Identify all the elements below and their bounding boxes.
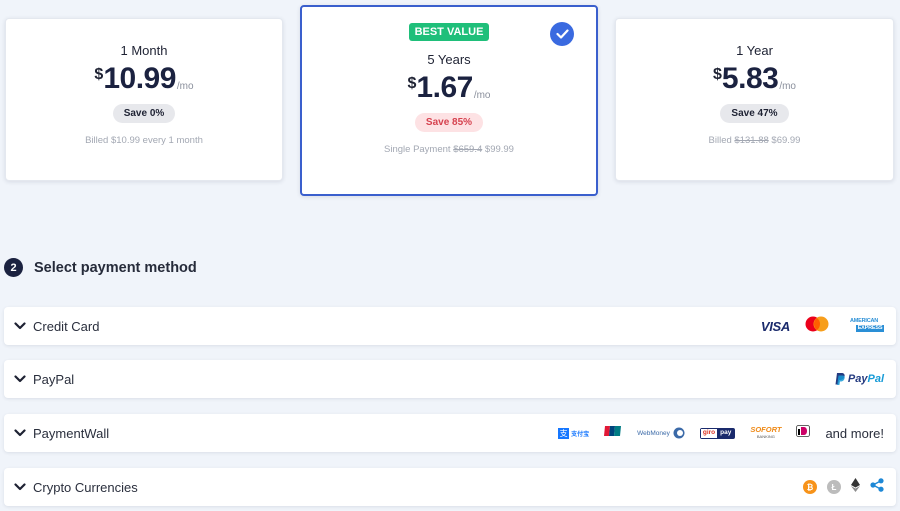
price-unit: /mo (473, 90, 491, 101)
plan-card-1-year[interactable]: 1 Year $ 5.83 /mo Save 47% Billed $131.8… (615, 18, 894, 181)
price-amount: 10.99 (103, 62, 176, 95)
billing-old-price: $659.4 (453, 144, 483, 155)
billing-info: Billed $10.99 every 1 month (85, 135, 203, 146)
payment-method-label: Crypto Currencies (33, 479, 138, 495)
sofort-subtext: BANKING (756, 434, 775, 439)
billing-prefix: Billed (708, 135, 732, 146)
price-unit: /mo (176, 81, 194, 92)
price-amount: 5.83 (721, 62, 779, 95)
amex-line1: AMERICAN (849, 318, 879, 324)
ethereum-icon (851, 477, 860, 497)
payment-logos: VISA AMERICAN EXPRESS (761, 316, 884, 337)
selected-check-icon (550, 22, 574, 46)
step-number: 2 (4, 258, 23, 277)
payment-method-paypal[interactable]: PayPal PayPal (4, 360, 896, 398)
paypal-text-b: Pal (867, 373, 884, 385)
save-badge: Save 0% (112, 104, 176, 123)
payment-logos: PayPal (835, 373, 884, 385)
payment-method-label: Credit Card (33, 318, 100, 334)
payment-method-crypto[interactable]: Crypto Currencies ₿ Ł (4, 468, 896, 506)
best-value-badge: BEST VALUE (408, 23, 490, 41)
billing-info: Billed $131.88 $69.99 (616, 135, 893, 146)
payment-method-label: PayPal (33, 371, 75, 387)
price-unit: /mo (779, 81, 796, 92)
save-badge: Save 85% (414, 113, 484, 132)
price-currency: $ (713, 66, 722, 83)
amex-line2: EXPRESS (856, 325, 884, 332)
price-currency: $ (407, 75, 417, 92)
billing-new-price: $99.99 (484, 144, 514, 155)
payment-method-label: PaymentWall (33, 425, 110, 441)
and-more-text: and more! (825, 425, 884, 441)
price-row: $ 10.99 /mo (6, 62, 282, 96)
alipay-logo-icon: 支 支付宝 (558, 427, 590, 439)
section-title: Select payment method (34, 259, 197, 276)
plan-card-1-month[interactable]: 1 Month $ 10.99 /mo Save 0% Billed $10.9… (5, 18, 283, 181)
chevron-down-icon (14, 320, 26, 332)
billing-info: Single Payment $659.4 $99.99 (302, 144, 596, 155)
plan-title: 1 Year (736, 43, 773, 58)
giropay-text-b: pay (717, 428, 735, 438)
payment-logos: ₿ Ł (803, 477, 884, 497)
plan-title: 1 Month (120, 43, 168, 58)
plan-title: 5 Years (427, 52, 471, 67)
giropay-text-a: giro (700, 428, 718, 438)
webmoney-text: WebMoney (637, 429, 670, 437)
ripple-icon (870, 477, 884, 497)
payment-method-credit-card[interactable]: Credit Card VISA AMERICAN EXPRESS (4, 307, 896, 345)
payment-method-paymentwall[interactable]: PaymentWall 支 支付宝 WebMoney giro pay SOFO… (4, 414, 896, 452)
unionpay-logo-icon (604, 424, 622, 442)
paypal-text-a: Pay (847, 373, 868, 385)
price-row: $ 5.83 /mo (616, 62, 893, 96)
sofort-logo-icon: SOFORT BANKING (750, 426, 781, 440)
giropay-logo-icon: giro pay (699, 427, 736, 439)
ideal-logo-icon (796, 424, 811, 442)
payment-section-header: 2 Select payment method (4, 258, 197, 277)
chevron-down-icon (14, 427, 26, 439)
plan-card-5-years[interactable]: BEST VALUE 5 Years $ 1.67 /mo Save 85% S… (300, 5, 598, 196)
paypal-logo-icon: PayPal (835, 373, 884, 385)
bitcoin-icon: ₿ (803, 480, 817, 494)
billing-old-price: $131.88 (734, 135, 769, 146)
webmoney-logo-icon: WebMoney (637, 427, 685, 439)
chevron-down-icon (14, 481, 26, 493)
chevron-down-icon (14, 373, 26, 385)
visa-logo-icon: VISA (760, 318, 790, 334)
save-badge: Save 47% (720, 104, 789, 123)
alipay-text: 支付宝 (571, 431, 590, 438)
mastercard-logo-icon (804, 316, 830, 337)
price-currency: $ (94, 66, 104, 83)
litecoin-icon: Ł (827, 480, 841, 494)
price-row: $ 1.67 /mo (302, 71, 596, 105)
payment-logos: 支 支付宝 WebMoney giro pay SOFORT BANKING a… (558, 424, 884, 442)
amex-logo-icon: AMERICAN EXPRESS (844, 318, 884, 334)
price-amount: 1.67 (416, 71, 473, 104)
billing-prefix: Single Payment (384, 144, 451, 155)
billing-new-price: $69.99 (771, 135, 801, 146)
